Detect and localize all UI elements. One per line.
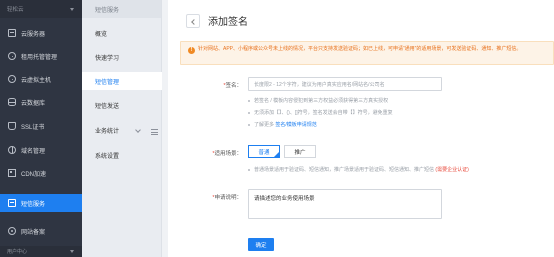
scene-label: *适用场景： (212, 151, 242, 157)
sidebar-item-label: 网站备案 (21, 229, 46, 236)
sub-sidebar: 短信服务 概览 快速学习 短信管理 短信发送 业务统计 系统设置 (82, 0, 162, 257)
globe-icon (8, 146, 16, 154)
desc-label-text: 申请说明： (214, 195, 242, 201)
sub-item-label: 短信管理 (95, 79, 120, 86)
server-icon (8, 29, 16, 37)
sidebar-item-cloud-server[interactable]: 云服务器 (0, 24, 82, 42)
sidebar-item-label: 云服务器 (21, 31, 46, 38)
sub-sidebar-title: 短信服务 (82, 0, 161, 18)
back-button[interactable] (186, 14, 200, 28)
record-icon (8, 227, 16, 235)
nav-user-center[interactable]: 用户中心 (0, 246, 82, 257)
sidebar-item-label: 租用托管管理 (21, 54, 58, 61)
app-window: 轻松云 云服务器 租用托管管理 云虚拟主机 云数据库 SSL证书 域名管理 CD… (0, 0, 554, 257)
sidebar-item-hosting[interactable]: 租用托管管理 (0, 47, 82, 65)
sub-item-statistics[interactable]: 业务统计 (82, 121, 162, 139)
submit-button[interactable]: 确定 (248, 238, 274, 251)
chevron-down-icon (70, 7, 74, 11)
sign-label-text: 签名： (225, 83, 242, 89)
sub-item-overview[interactable]: 概览 (82, 24, 162, 42)
sign-hint: 若签名 / 模板内容侵犯到第三方权益必须获得第三方真实授权 (248, 97, 388, 104)
sidebar-item-sms[interactable]: 短信服务 (0, 194, 82, 212)
sub-item-sms-send[interactable]: 短信发送 (82, 96, 162, 114)
sidebar-item-label: 短信服务 (21, 201, 46, 208)
sign-hint-text: 若签名 / 模板内容侵犯到第三方权益必须获得第三方真实授权 (254, 98, 389, 104)
scene-option-promo[interactable]: 推广 (284, 145, 316, 158)
sub-item-label: 系统设置 (95, 153, 120, 160)
sign-label: *签名： (223, 83, 242, 89)
sidebar-item-beian[interactable]: 网站备案 (0, 222, 82, 240)
database-icon (8, 98, 16, 106)
scene-hint-warning: (需要企业认证) (435, 167, 469, 173)
scene-option-normal[interactable]: 普通 (248, 145, 280, 158)
scene-hint-text: 普通场景适用于验证码、短信通知，推广场景适用于验证码、短信通知、推广短信 (254, 167, 435, 173)
hosting-icon (8, 52, 16, 60)
sidebar-item-ssl[interactable]: SSL证书 (0, 117, 82, 135)
sign-hint-text: 无须添加【】、()、[]符号，签名发送会自带【】符号，避免重复 (254, 110, 393, 116)
scene-label-text: 适用场景： (214, 151, 242, 157)
desc-label: *申请说明： (212, 195, 242, 201)
virtual-host-icon (8, 75, 16, 83)
sub-item-label: 快速学习 (95, 55, 120, 62)
nav-account-label: 轻松云 (7, 7, 24, 13)
sub-item-sms-manage[interactable]: 短信管理 (82, 72, 162, 90)
notice-banner: ! 针对网站、APP、小程序或公众号未上线的情况，平台只支持发送验证码；如已上线… (180, 41, 554, 65)
sub-item-quick-learn[interactable]: 快速学习 (82, 48, 162, 66)
sidebar-item-label: CDN加速 (21, 171, 46, 178)
sign-input[interactable]: 长度限2 - 12个字符，建议为用户真实应用名/网站名/公司名 (248, 77, 442, 91)
desc-textarea[interactable]: 请描述您的业务使用场景 (248, 189, 442, 219)
page-title: 添加签名 (208, 17, 248, 28)
sign-guide-link[interactable]: 签名/模板申请规范 (275, 122, 316, 128)
main-panel: 添加签名 ! 针对网站、APP、小程序或公众号未上线的情况，平台只支持发送验证码… (168, 0, 554, 257)
nav-account-switcher[interactable]: 轻松云 (0, 0, 82, 18)
sidebar-item-label: SSL证书 (21, 124, 45, 131)
nav-user-center-label: 用户中心 (7, 249, 28, 255)
chevron-down-icon (135, 127, 141, 133)
sign-hint: 无须添加【】、()、[]符号，签名发送会自带【】符号，避免重复 (248, 109, 393, 116)
sms-icon (8, 199, 16, 207)
sub-item-label: 短信发送 (95, 103, 120, 110)
sidebar-item-label: 域名管理 (21, 148, 46, 155)
sidebar-item-label: 云数据库 (21, 100, 46, 107)
sidebar-item-domain[interactable]: 域名管理 (0, 141, 82, 159)
collapse-menu-icon[interactable] (151, 129, 158, 135)
certificate-icon (8, 122, 16, 130)
sidebar-item-cdn[interactable]: CDN加速 (0, 164, 82, 182)
main-sidebar: 轻松云 云服务器 租用托管管理 云虚拟主机 云数据库 SSL证书 域名管理 CD… (0, 0, 82, 257)
sign-hint-text: 了解更多 (254, 122, 275, 128)
scene-hint: 普通场景适用于验证码、短信通知，推广场景适用于验证码、短信通知、推广短信 (需要… (248, 166, 469, 173)
warning-icon: ! (188, 47, 195, 54)
sidebar-item-database[interactable]: 云数据库 (0, 93, 82, 111)
sub-item-label: 业务统计 (95, 128, 120, 135)
sign-hint: 了解更多 签名/模板申请规范 (248, 121, 317, 128)
cdn-icon (8, 169, 16, 177)
chevron-down-icon (70, 250, 74, 253)
sidebar-item-label: 云虚拟主机 (21, 77, 52, 84)
notice-text: 针对网站、APP、小程序或公众号未上线的情况，平台只支持发送验证码；如已上线，可… (198, 46, 522, 52)
sub-item-settings[interactable]: 系统设置 (82, 146, 162, 164)
sidebar-item-virtual-host[interactable]: 云虚拟主机 (0, 70, 82, 88)
sub-item-label: 概览 (95, 31, 108, 38)
